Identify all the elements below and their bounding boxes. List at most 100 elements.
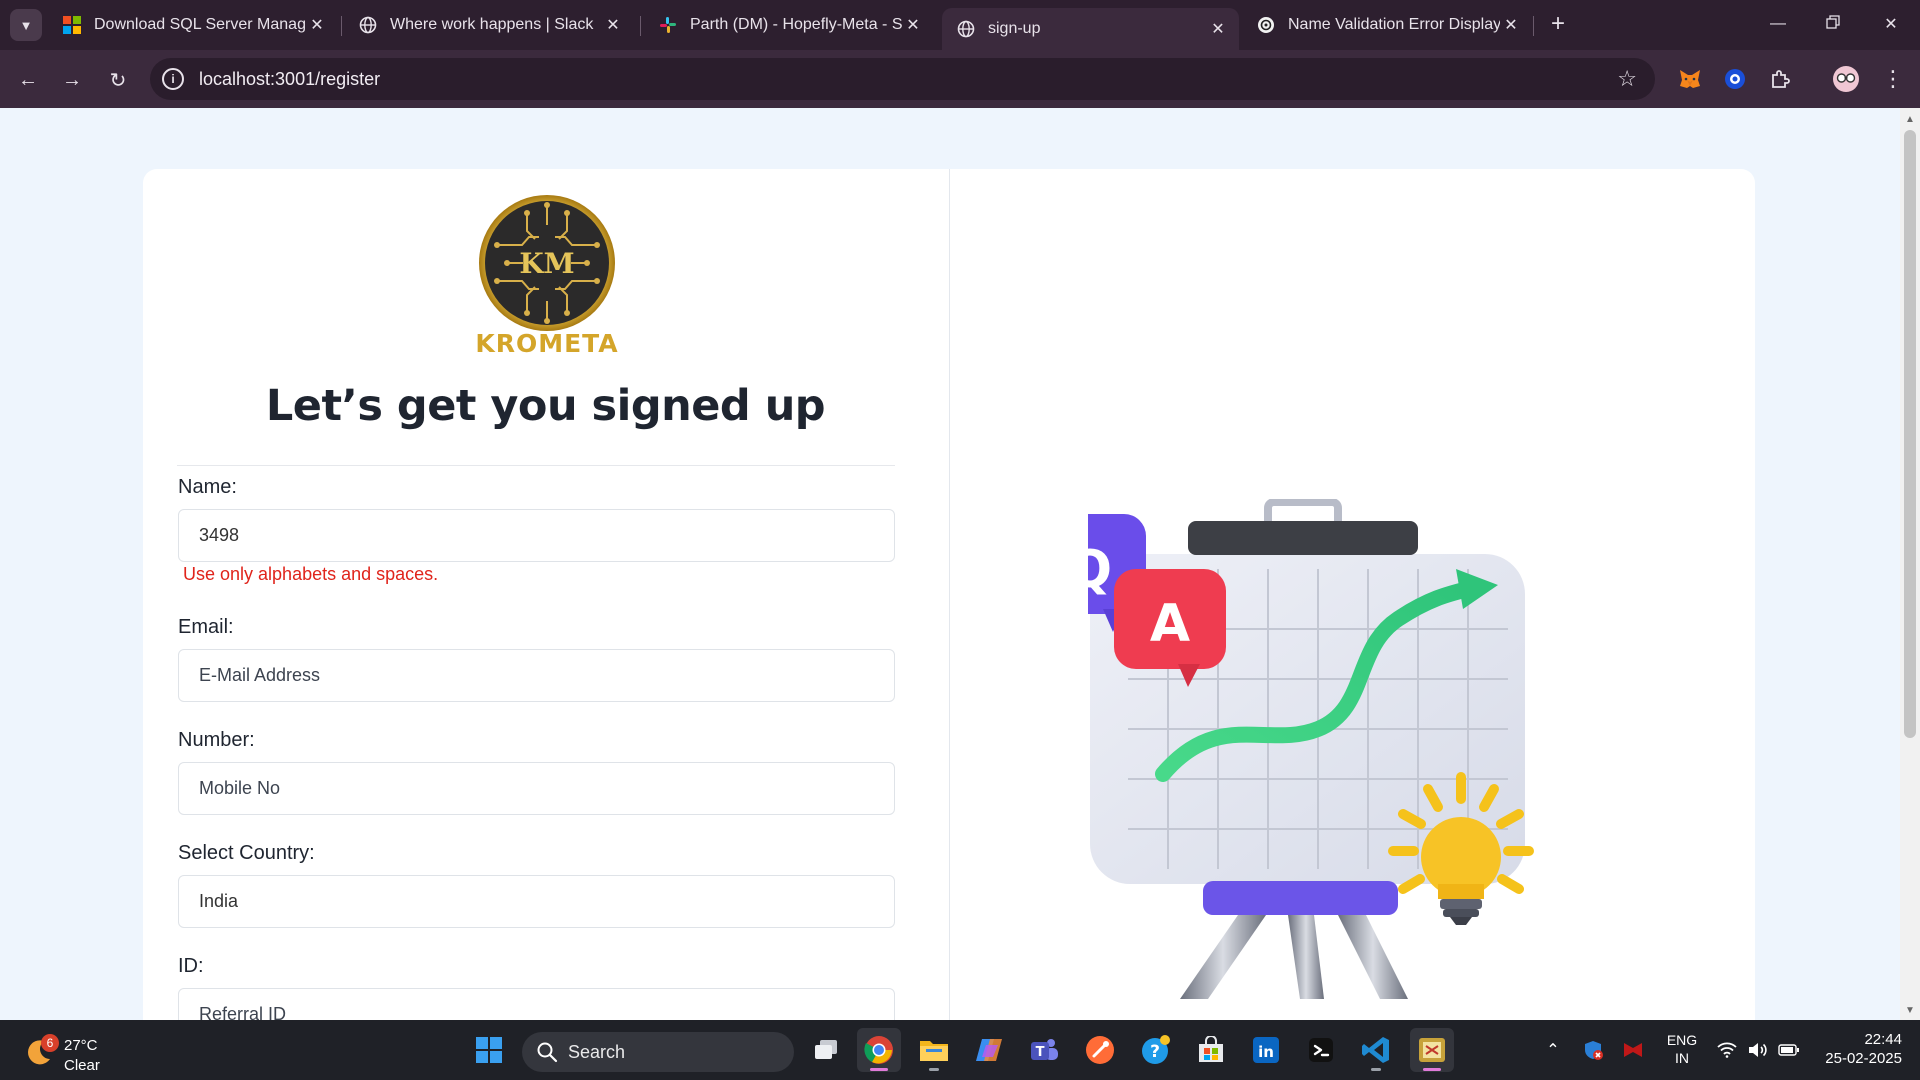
postman-icon xyxy=(1086,1036,1114,1064)
back-button[interactable]: ← xyxy=(12,64,44,96)
close-icon[interactable]: ✕ xyxy=(306,15,328,35)
scroll-down-icon[interactable]: ▼ xyxy=(1905,1005,1915,1016)
chevron-down-icon: ▼ xyxy=(19,17,33,33)
new-tab-button[interactable]: + xyxy=(1543,10,1573,40)
brand-name: KROMETA xyxy=(475,329,619,358)
wifi-status[interactable] xyxy=(1715,1020,1739,1080)
profile-avatar[interactable] xyxy=(1830,63,1862,95)
slack-icon xyxy=(658,15,678,35)
name-label: Name: xyxy=(178,476,237,498)
chrome-icon xyxy=(864,1036,893,1064)
globe-icon xyxy=(358,15,378,35)
minimize-button[interactable]: — xyxy=(1755,8,1801,40)
restore-icon xyxy=(1826,14,1840,34)
search-icon xyxy=(537,1042,558,1063)
mobile-number-input[interactable] xyxy=(178,762,895,815)
speaker-icon xyxy=(1749,1043,1767,1057)
close-icon[interactable]: ✕ xyxy=(902,15,924,35)
task-view-icon xyxy=(815,1040,837,1059)
active-app-button[interactable] xyxy=(1410,1028,1454,1072)
scroll-up-icon[interactable]: ▲ xyxy=(1905,114,1915,125)
taskbar-search[interactable]: Search xyxy=(522,1032,794,1072)
tab-slack-dm[interactable]: Parth (DM) - Hopefly-Meta - Sla ✕ xyxy=(644,8,934,42)
tab-title: Where work happens | Slack xyxy=(390,16,594,33)
tab-strip: ▼ Download SQL Server Managem ✕ Where wo… xyxy=(0,0,1920,50)
terminal-app-button[interactable] xyxy=(1299,1028,1343,1072)
linkedin-button[interactable]: in xyxy=(1244,1028,1288,1072)
tab-search-button[interactable]: ▼ xyxy=(10,9,42,41)
vscode-button[interactable] xyxy=(1354,1028,1398,1072)
tab-separator xyxy=(640,16,641,36)
help-icon: ? xyxy=(1142,1035,1170,1064)
lang-line2: IN xyxy=(1675,1050,1689,1066)
referral-id-input[interactable] xyxy=(178,988,895,1020)
qa-presentation-illustration: Q A xyxy=(1034,498,1728,999)
chevron-up-icon: ⌃ xyxy=(1546,1042,1560,1059)
bookmark-star-icon[interactable]: ☆ xyxy=(1617,66,1637,92)
task-view-button[interactable] xyxy=(804,1028,848,1072)
q-letter: Q xyxy=(1088,540,1112,600)
extension-blue-icon[interactable] xyxy=(1719,63,1751,95)
close-window-button[interactable]: ✕ xyxy=(1868,8,1914,40)
postman-button[interactable] xyxy=(1078,1028,1122,1072)
system-clock[interactable]: 22:44 25-02-2025 xyxy=(1810,1030,1902,1068)
globe-icon xyxy=(956,19,976,39)
tab-name-validation[interactable]: Name Validation Error Display ✕ xyxy=(1242,8,1532,42)
tab-sign-up[interactable]: sign-up ✕ xyxy=(942,8,1239,50)
copilot-button[interactable] xyxy=(967,1028,1011,1072)
running-indicator xyxy=(1371,1068,1381,1071)
get-help-button[interactable]: ? xyxy=(1134,1028,1178,1072)
restore-button[interactable] xyxy=(1810,8,1856,40)
teams-button[interactable]: T xyxy=(1022,1028,1066,1072)
reload-button[interactable]: ↻ xyxy=(102,64,134,96)
running-indicator xyxy=(929,1068,939,1071)
name-input[interactable] xyxy=(178,509,895,562)
card-divider xyxy=(949,169,950,1020)
site-info-icon[interactable]: i xyxy=(162,68,184,90)
start-button[interactable] xyxy=(467,1028,511,1072)
forward-button[interactable]: → xyxy=(56,64,88,96)
close-icon[interactable]: ✕ xyxy=(1207,19,1229,39)
battery-status[interactable] xyxy=(1776,1020,1802,1080)
volume-status[interactable] xyxy=(1746,1020,1770,1080)
extensions-puzzle-icon[interactable] xyxy=(1764,63,1796,95)
weather-widget[interactable]: 6 27°C Clear xyxy=(22,1029,142,1074)
weather-badge: 6 xyxy=(41,1034,59,1052)
tray-overflow-button[interactable]: ⌃ xyxy=(1540,1020,1566,1080)
ms-store-button[interactable] xyxy=(1189,1028,1233,1072)
tray-security-icon[interactable] xyxy=(1580,1020,1606,1080)
search-label: Search xyxy=(568,1041,626,1062)
tab-separator xyxy=(1533,16,1534,36)
scrollbar-thumb[interactable] xyxy=(1904,130,1916,738)
tab-slack[interactable]: Where work happens | Slack ✕ xyxy=(344,8,634,42)
file-explorer-button[interactable] xyxy=(912,1028,956,1072)
id-label: ID: xyxy=(178,955,204,977)
tab-sql-server[interactable]: Download SQL Server Managem ✕ xyxy=(48,8,338,42)
minimize-icon: — xyxy=(1770,15,1786,32)
app-icon xyxy=(1419,1038,1445,1062)
language-indicator[interactable]: ENG IN xyxy=(1665,1031,1699,1067)
signup-card: KM KROMETA Let’s get you signed up Name:… xyxy=(143,169,1755,1020)
title-divider xyxy=(177,465,895,466)
clock-date: 25-02-2025 xyxy=(1825,1050,1902,1067)
url-text[interactable]: localhost:3001/register xyxy=(199,69,380,90)
email-input[interactable] xyxy=(178,649,895,702)
tray-mcafee-icon[interactable] xyxy=(1620,1020,1646,1080)
menu-kebab-icon[interactable]: ⋮ xyxy=(1877,63,1909,95)
country-select[interactable] xyxy=(178,875,895,928)
metamask-extension-icon[interactable] xyxy=(1674,63,1706,95)
address-bar[interactable]: i localhost:3001/register ☆ xyxy=(150,58,1655,100)
name-error-message: Use only alphabets and spaces. xyxy=(183,564,439,584)
close-icon[interactable]: ✕ xyxy=(602,15,624,35)
tab-title: Name Validation Error Display xyxy=(1288,16,1500,33)
vscode-icon xyxy=(1362,1037,1389,1063)
chrome-taskbar-button[interactable] xyxy=(857,1028,901,1072)
svg-text:T: T xyxy=(1036,1045,1045,1060)
teams-icon: T xyxy=(1031,1039,1058,1060)
copilot-icon xyxy=(976,1039,1002,1061)
tab-title: Download SQL Server Managem xyxy=(94,16,306,33)
folder-icon xyxy=(920,1041,948,1061)
page-scrollbar[interactable]: ▲ ▼ xyxy=(1900,108,1920,1020)
close-icon[interactable]: ✕ xyxy=(1500,15,1522,35)
linkedin-icon: in xyxy=(1253,1037,1279,1063)
